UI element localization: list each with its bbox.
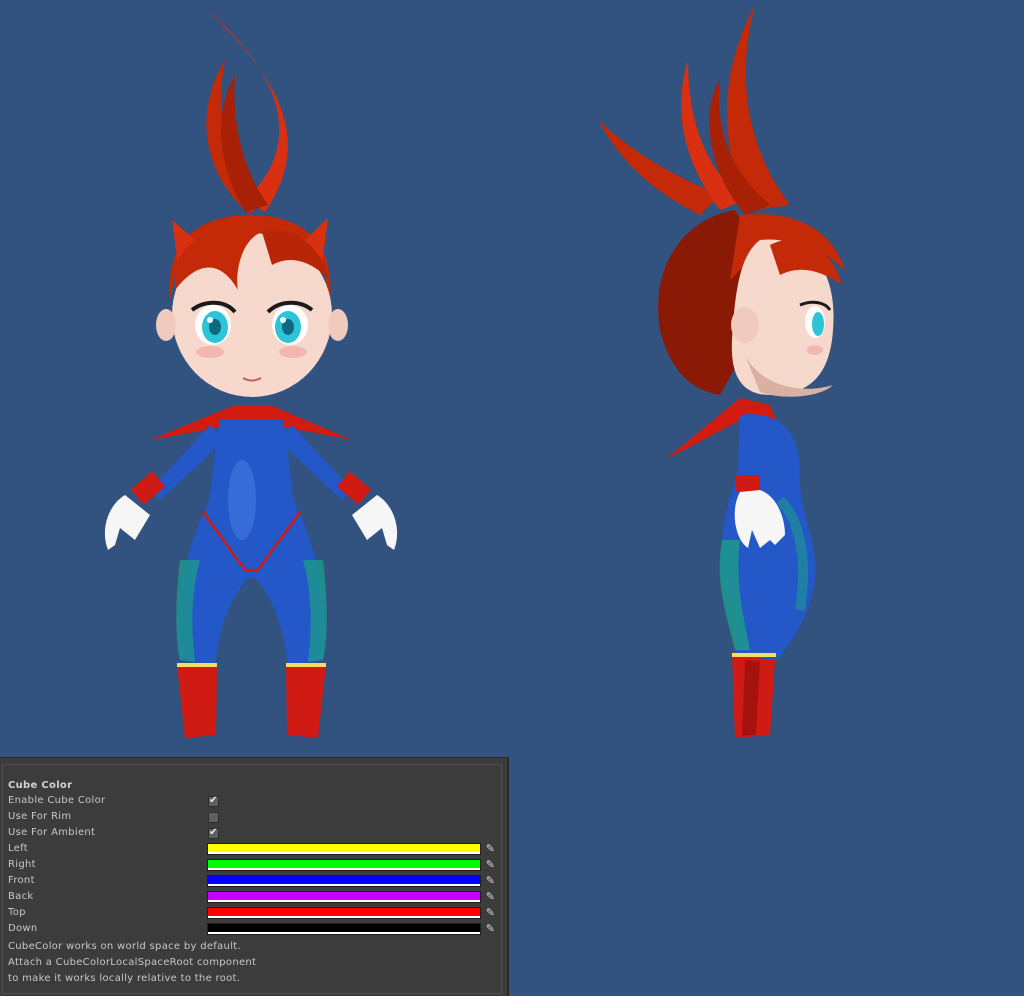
color-label: Down <box>8 923 38 934</box>
cube-color-group: Cube Color Enable Cube Color ✔ Use For R… <box>2 764 502 994</box>
help-note-line-1: CubeColor works on world space by defaul… <box>8 941 241 952</box>
use-for-rim-checkbox[interactable] <box>208 812 219 823</box>
alpha-bar <box>208 884 480 886</box>
checkmark-icon: ✔ <box>209 827 218 838</box>
eyedropper-icon[interactable]: ✎ <box>484 842 497 855</box>
color-label: Front <box>8 875 35 886</box>
color-field-left[interactable] <box>207 843 481 855</box>
color-label: Left <box>8 843 29 854</box>
checkmark-icon: ✔ <box>209 795 218 806</box>
color-field-down[interactable] <box>207 923 481 935</box>
use-for-ambient-checkbox[interactable]: ✔ <box>208 828 219 839</box>
character-front-view <box>104 8 398 738</box>
eyedropper-icon[interactable]: ✎ <box>484 858 497 871</box>
color-label: Back <box>8 891 34 902</box>
eyedropper-icon[interactable]: ✎ <box>484 890 497 903</box>
alpha-bar <box>208 932 480 934</box>
help-note-line-2: Attach a CubeColorLocalSpaceRoot compone… <box>8 957 257 968</box>
color-label: Top <box>8 907 26 918</box>
color-field-top[interactable] <box>207 907 481 919</box>
eyedropper-icon[interactable]: ✎ <box>484 906 497 919</box>
color-field-front[interactable] <box>207 875 481 887</box>
eyedropper-icon[interactable]: ✎ <box>484 874 497 887</box>
alpha-bar <box>208 900 480 902</box>
panel-title: Cube Color <box>8 780 73 791</box>
toggle-label: Enable Cube Color <box>8 795 106 806</box>
toggle-label: Use For Rim <box>8 811 72 822</box>
eyedropper-icon[interactable]: ✎ <box>484 922 497 935</box>
enable-cube-color-checkbox[interactable]: ✔ <box>208 796 219 807</box>
alpha-bar <box>208 852 480 854</box>
alpha-bar <box>208 916 480 918</box>
alpha-bar <box>208 868 480 870</box>
color-field-right[interactable] <box>207 859 481 871</box>
help-note-line-3: to make it works locally relative to the… <box>8 973 241 984</box>
color-label: Right <box>8 859 36 870</box>
color-field-back[interactable] <box>207 891 481 903</box>
toggle-label: Use For Ambient <box>8 827 96 838</box>
cube-color-inspector-panel: Cube Color Enable Cube Color ✔ Use For R… <box>0 757 509 996</box>
character-side-view <box>598 5 845 738</box>
